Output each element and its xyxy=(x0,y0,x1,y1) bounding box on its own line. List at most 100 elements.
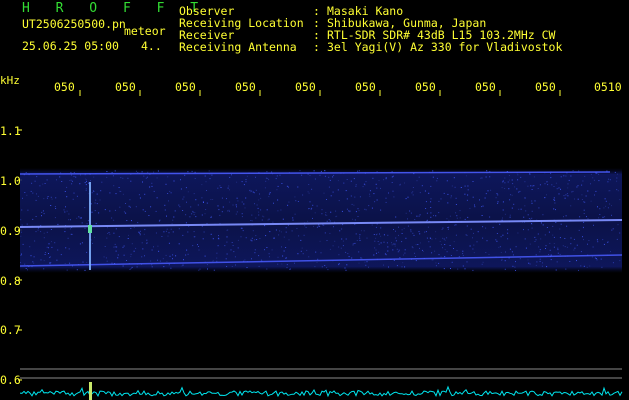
noise-speck xyxy=(43,268,45,270)
noise-speck xyxy=(426,237,428,239)
noise-speck xyxy=(530,185,532,187)
noise-speck xyxy=(35,199,37,201)
noise-speck xyxy=(120,177,122,179)
noise-speck xyxy=(106,227,108,229)
noise-speck xyxy=(603,243,605,245)
noise-speck xyxy=(126,260,127,261)
noise-speck xyxy=(251,190,253,192)
noise-speck xyxy=(107,233,109,234)
noise-speck xyxy=(361,257,363,259)
noise-speck xyxy=(191,213,193,215)
noise-speck xyxy=(266,171,268,173)
noise-speck xyxy=(243,184,245,186)
noise-speck xyxy=(255,217,257,219)
noise-speck xyxy=(277,256,279,258)
noise-speck xyxy=(34,180,36,182)
noise-speck xyxy=(529,173,531,175)
noise-speck xyxy=(403,227,405,229)
noise-speck xyxy=(244,207,246,209)
noise-speck xyxy=(337,180,339,182)
noise-speck xyxy=(358,251,360,253)
noise-speck xyxy=(577,198,579,200)
noise-speck xyxy=(218,235,219,237)
noise-speck xyxy=(509,248,511,250)
noise-speck xyxy=(396,265,398,267)
noise-speck xyxy=(43,237,45,239)
noise-speck xyxy=(488,254,490,255)
noise-speck xyxy=(91,192,93,194)
noise-speck xyxy=(135,170,137,172)
noise-speck xyxy=(205,181,207,183)
noise-speck xyxy=(251,237,253,239)
noise-speck xyxy=(595,190,597,192)
noise-speck xyxy=(511,207,513,209)
noise-speck xyxy=(392,243,394,245)
noise-speck xyxy=(144,210,146,212)
noise-speck xyxy=(559,237,561,239)
noise-speck xyxy=(285,231,287,233)
noise-speck xyxy=(535,264,537,266)
noise-speck xyxy=(388,192,389,194)
noise-speck xyxy=(581,199,583,200)
noise-speck xyxy=(546,194,547,196)
noise-speck xyxy=(99,199,101,201)
noise-speck xyxy=(338,263,340,265)
noise-speck xyxy=(192,245,194,247)
noise-speck xyxy=(206,190,207,191)
noise-speck xyxy=(277,199,279,201)
noise-speck xyxy=(407,218,408,220)
noise-speck xyxy=(260,197,262,199)
noise-speck xyxy=(79,217,81,219)
noise-speck xyxy=(245,181,247,183)
noise-speck xyxy=(46,246,48,248)
noise-speck xyxy=(185,214,187,216)
noise-speck xyxy=(428,241,430,243)
noise-speck xyxy=(48,253,49,254)
noise-speck xyxy=(139,233,141,235)
noise-speck xyxy=(185,187,187,189)
noise-speck xyxy=(258,199,260,201)
noise-speck xyxy=(320,170,322,172)
noise-speck xyxy=(180,188,182,190)
noise-speck xyxy=(131,266,133,268)
noise-speck xyxy=(64,263,66,264)
noise-speck xyxy=(362,186,364,188)
noise-speck xyxy=(35,231,37,233)
noise-speck xyxy=(583,221,585,223)
noise-speck xyxy=(98,212,100,214)
noise-speck xyxy=(232,204,234,206)
noise-speck xyxy=(93,176,95,178)
noise-speck xyxy=(63,209,65,211)
noise-speck xyxy=(288,201,290,203)
noise-speck xyxy=(324,265,326,266)
noise-speck xyxy=(477,231,479,233)
noise-speck xyxy=(265,177,267,179)
noise-speck xyxy=(587,243,588,245)
noise-speck xyxy=(251,214,253,216)
noise-speck xyxy=(348,256,350,258)
noise-speck xyxy=(353,178,355,180)
noise-speck xyxy=(534,200,536,202)
noise-speck xyxy=(392,249,394,251)
noise-speck xyxy=(253,192,255,194)
noise-speck xyxy=(300,250,302,252)
noise-speck xyxy=(43,260,45,262)
noise-speck xyxy=(183,259,184,261)
noise-speck xyxy=(216,257,218,259)
noise-speck xyxy=(426,212,428,214)
noise-speck xyxy=(610,251,611,253)
noise-speck xyxy=(517,174,519,176)
noise-speck xyxy=(150,206,152,208)
noise-speck xyxy=(537,188,539,189)
noise-speck xyxy=(76,195,78,197)
noise-speck xyxy=(576,186,578,188)
noise-speck xyxy=(577,185,579,187)
noise-speck xyxy=(304,225,306,227)
noise-speck xyxy=(112,175,114,177)
noise-speck xyxy=(70,172,72,174)
noise-speck xyxy=(229,189,230,191)
noise-speck xyxy=(462,255,464,257)
noise-speck xyxy=(608,178,609,180)
noise-speck xyxy=(271,249,273,251)
noise-speck xyxy=(66,269,68,271)
